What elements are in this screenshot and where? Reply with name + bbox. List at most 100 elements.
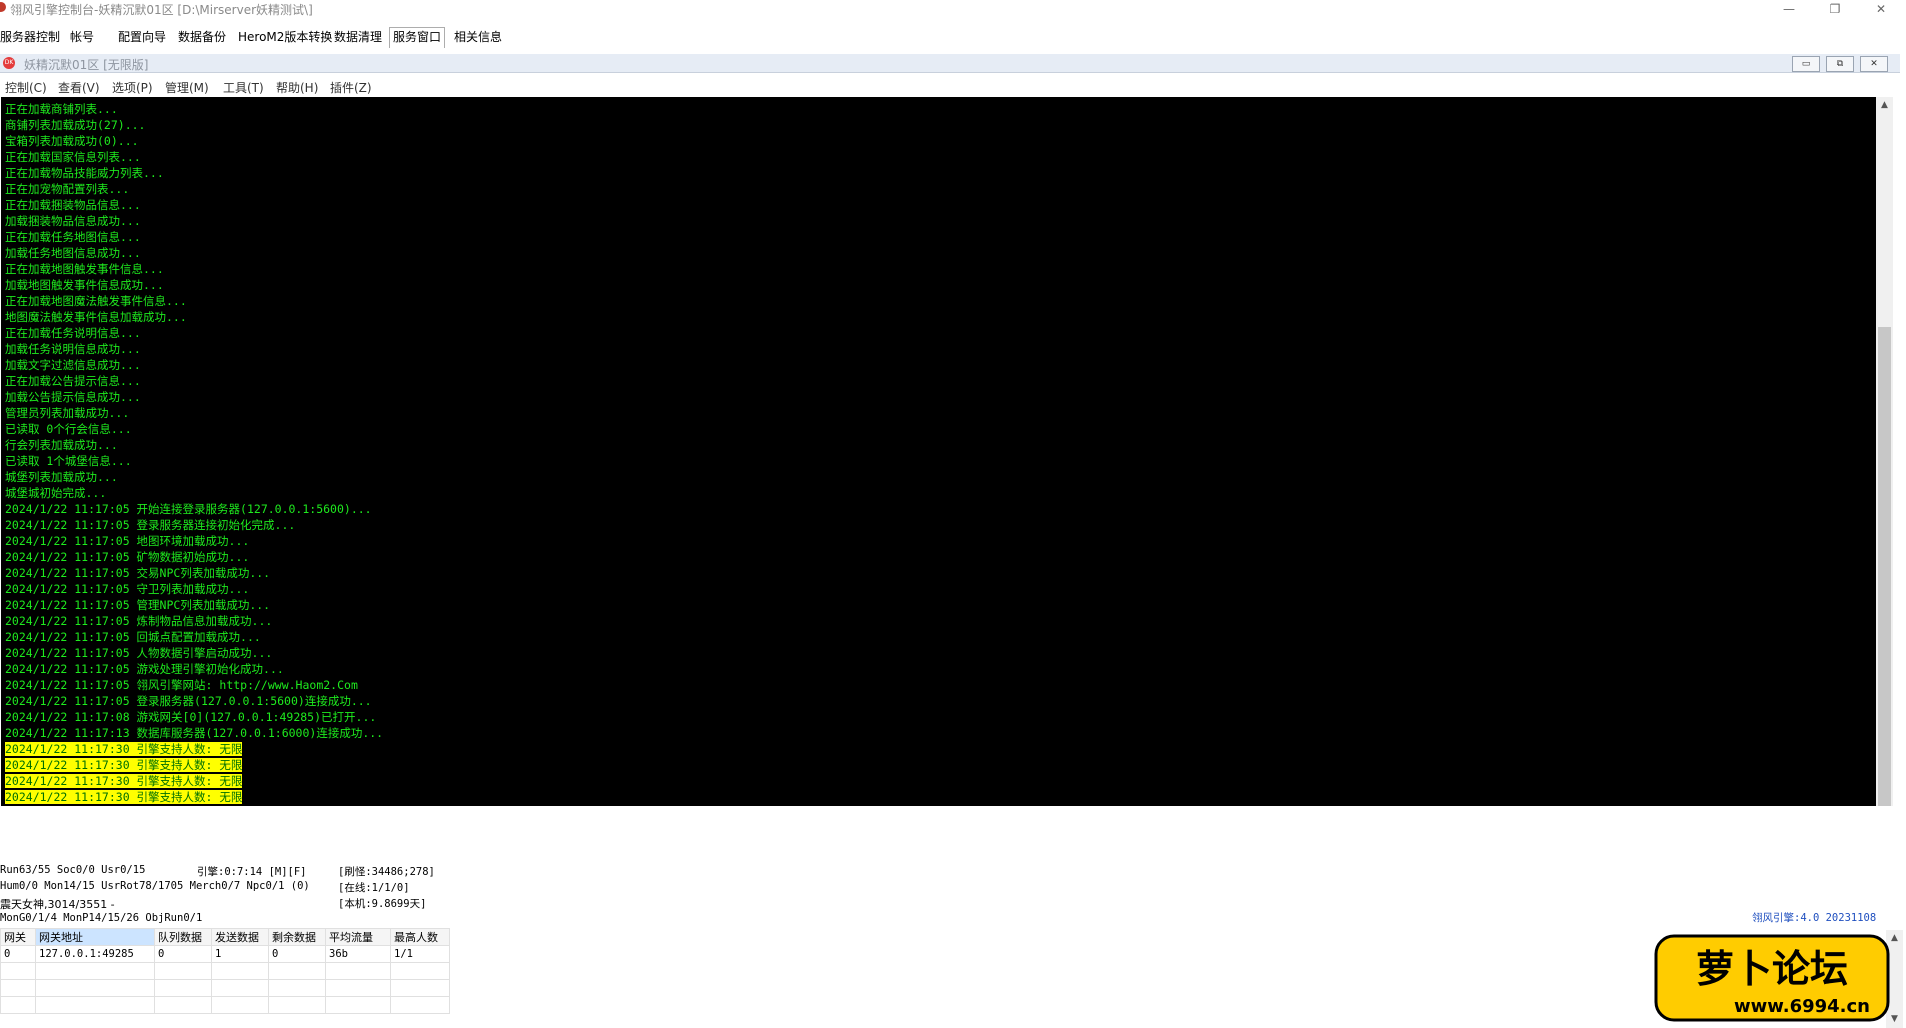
log-line: 2024/1/22 11:17:30 引擎支持人数: 无限 [5,774,243,788]
table-cell: 1/1 [390,945,450,963]
log-line: 城堡列表加载成功... [5,470,118,484]
log-line: 地图魔法触发事件信息加载成功... [5,310,187,324]
mdi-minimize-button[interactable]: ▭ [1792,56,1820,72]
watermark-title: 萝卜论坛 [1696,947,1848,991]
tab-account[interactable]: 帐号 [70,28,94,47]
col-max-users[interactable]: 最高人数 [390,928,450,946]
log-line: 2024/1/22 11:17:05 回城点配置加载成功... [5,630,261,644]
menu-manage[interactable]: 管理(M) [165,79,209,96]
watermark-url: www.6994.cn [1734,996,1870,1017]
menu-options[interactable]: 选项(P) [112,79,153,96]
log-line: 2024/1/22 11:17:30 引擎支持人数: 无限 [5,790,243,804]
log-console[interactable]: 正在加载商铺列表... 商铺列表加载成功(27)... 宝箱列表加载成功(0)...… [1,97,1876,860]
close-button[interactable]: ✕ [1858,0,1904,18]
tab-server-control[interactable]: 服务器控制 [0,28,60,47]
log-line: 已读取 1个城堡信息... [5,454,132,468]
mdi-restore-button[interactable]: ⧉ [1826,56,1854,72]
tab-data-cleanup[interactable]: 数据清理 [334,28,382,47]
menu-view[interactable]: 查看(V) [58,79,100,96]
log-line: 正在加载地图魔法触发事件信息... [5,294,187,308]
table-row [0,996,450,1014]
log-line: 正在加载国家信息列表... [5,150,141,164]
col-queue-data[interactable]: 队列数据 [154,928,212,946]
col-remaining-data[interactable]: 剩余数据 [268,928,326,946]
log-line: 2024/1/22 11:17:05 游戏处理引擎初始化成功... [5,662,284,676]
log-scrollbar[interactable]: ▲ ▼ [1876,97,1893,860]
status-local: [本机:9.8699天] [338,898,427,910]
menu-tools[interactable]: 工具(T) [223,79,264,96]
log-line: 2024/1/22 11:17:13 数据库服务器(127.0.0.1:6000… [5,726,384,740]
log-line: 2024/1/22 11:17:05 管理NPC列表加载成功... [5,598,271,612]
server-icon: DK [3,57,15,69]
log-line: 2024/1/22 11:17:08 游戏网关[0](127.0.0.1:492… [5,710,377,724]
col-send-data[interactable]: 发送数据 [211,928,269,946]
mdi-titlebar: DK 妖精沉默01区 [无限版] ▭ ⧉ ✕ [0,54,1900,73]
mdi-close-button[interactable]: ✕ [1860,56,1888,72]
table-cell: 0 [0,945,36,963]
table-cell: 0 [268,945,326,963]
window-title: 翎风引擎控制台-妖精沉默01区 [D:\Mirserver妖精测试\] [10,3,313,17]
tab-herom2-convert[interactable]: HeroM2版本转换 [238,28,332,47]
menu-plugins[interactable]: 插件(Z) [330,79,372,96]
log-line: 已读取 0个行会信息... [5,422,132,436]
log-line: 城堡城初始完成... [5,486,107,500]
log-line: 加载文字过滤信息成功... [5,358,141,372]
status-version: 翎风引擎:4.0 20231108 [1752,912,1877,924]
menu-help[interactable]: 帮助(H) [276,79,318,96]
tab-data-backup[interactable]: 数据备份 [178,28,226,47]
minimize-button[interactable]: — [1766,0,1812,18]
status-refresh: [刷怪:34486;278] [338,866,435,878]
log-line: 正在加载商铺列表... [5,102,118,116]
log-line: 2024/1/22 11:17:05 开始连接登录服务器(127.0.0.1:5… [5,502,372,516]
log-line: 正在加载任务地图信息... [5,230,141,244]
log-line: 2024/1/22 11:17:05 登录服务器连接初始化完成... [5,518,296,532]
col-gateway-address[interactable]: 网关地址 [35,928,155,946]
log-line: 正在加载物品技能威力列表... [5,166,164,180]
log-line: 行会列表加载成功... [5,438,118,452]
log-line: 正在加载地图触发事件信息... [5,262,164,276]
log-line: 2024/1/22 11:17:05 矿物数据初始成功... [5,550,250,564]
log-line: 2024/1/22 11:17:05 人物数据引擎启动成功... [5,646,273,660]
status-hum: Hum0/0 Mon14/15 UsrRot78/1705 Merch0/7 N… [0,880,310,892]
log-line: 2024/1/22 11:17:30 引擎支持人数: 无限 [5,742,243,756]
table-cell: 36b [325,945,391,963]
menu-bar: 控制(C) 查看(V) 选项(P) 管理(M) 工具(T) 帮助(H) 插件(Z… [0,77,1906,95]
status-mon: MonG0/1/4 MonP14/15/26 ObjRun0/1 [0,912,203,924]
log-line: 管理员列表加载成功... [5,406,130,420]
log-line: 宝箱列表加载成功(0)... [5,134,139,148]
status-online: [在线:1/1/0] [338,882,410,894]
log-line: 2024/1/22 11:17:05 登录服务器(127.0.0.1:5600)… [5,694,372,708]
status-god: 震天女神,3014/3551 - [0,898,115,911]
tab-bar: 服务器控制 帐号 配置向导 数据备份 HeroM2版本转换 数据清理 服务窗口 … [0,27,1906,48]
log-line: 2024/1/22 11:17:05 翎风引擎网站: http://www.Ha… [5,678,358,692]
table-row[interactable]: 0 127.0.0.1:49285 0 1 0 36b 1/1 [0,945,450,963]
table-cell: 1 [211,945,269,963]
table-cell: 127.0.0.1:49285 [35,945,155,963]
table-cell: 0 [154,945,212,963]
table-row [0,979,450,997]
log-line: 加载捆装物品信息成功... [5,214,141,228]
log-line: 2024/1/22 11:17:30 引擎支持人数: 无限 [5,758,243,772]
tab-service-window[interactable]: 服务窗口 [389,27,446,48]
log-line: 加载地图触发事件信息成功... [5,278,164,292]
table-row [0,962,450,980]
status-engine: 引擎:0:7:14 [M][F] [197,866,307,878]
gateway-table[interactable]: 网关 网关地址 队列数据 发送数据 剩余数据 平均流量 最高人数 0 127.0… [0,928,450,1014]
status-panel: Run63/55 Soc0/0 Usr0/15 引擎:0:7:14 [M][F]… [0,806,1906,924]
col-gateway[interactable]: 网关 [0,928,36,946]
log-line: 正在加宠物配置列表... [5,182,130,196]
log-line: 2024/1/22 11:17:05 地图环境加载成功... [5,534,250,548]
log-line: 2024/1/22 11:17:05 炼制物品信息加载成功... [5,614,273,628]
maximize-button[interactable]: ❐ [1812,0,1858,18]
log-line: 正在加载捆装物品信息... [5,198,141,212]
tab-related-info[interactable]: 相关信息 [454,28,502,47]
tab-config-wizard[interactable]: 配置向导 [118,28,166,47]
col-avg-traffic[interactable]: 平均流量 [325,928,391,946]
scroll-thumb[interactable] [1878,327,1891,837]
window-titlebar: 翎风引擎控制台-妖精沉默01区 [D:\Mirserver妖精测试\] — ❐ … [0,0,1906,18]
scroll-up-icon[interactable]: ▲ [1876,97,1893,114]
watermark-logo: 萝卜论坛 www.6994.cn [1652,928,1892,1024]
menu-control[interactable]: 控制(C) [5,79,47,96]
mdi-caption: 妖精沉默01区 [无限版] [24,58,149,72]
log-line: 加载任务说明信息成功... [5,342,141,356]
